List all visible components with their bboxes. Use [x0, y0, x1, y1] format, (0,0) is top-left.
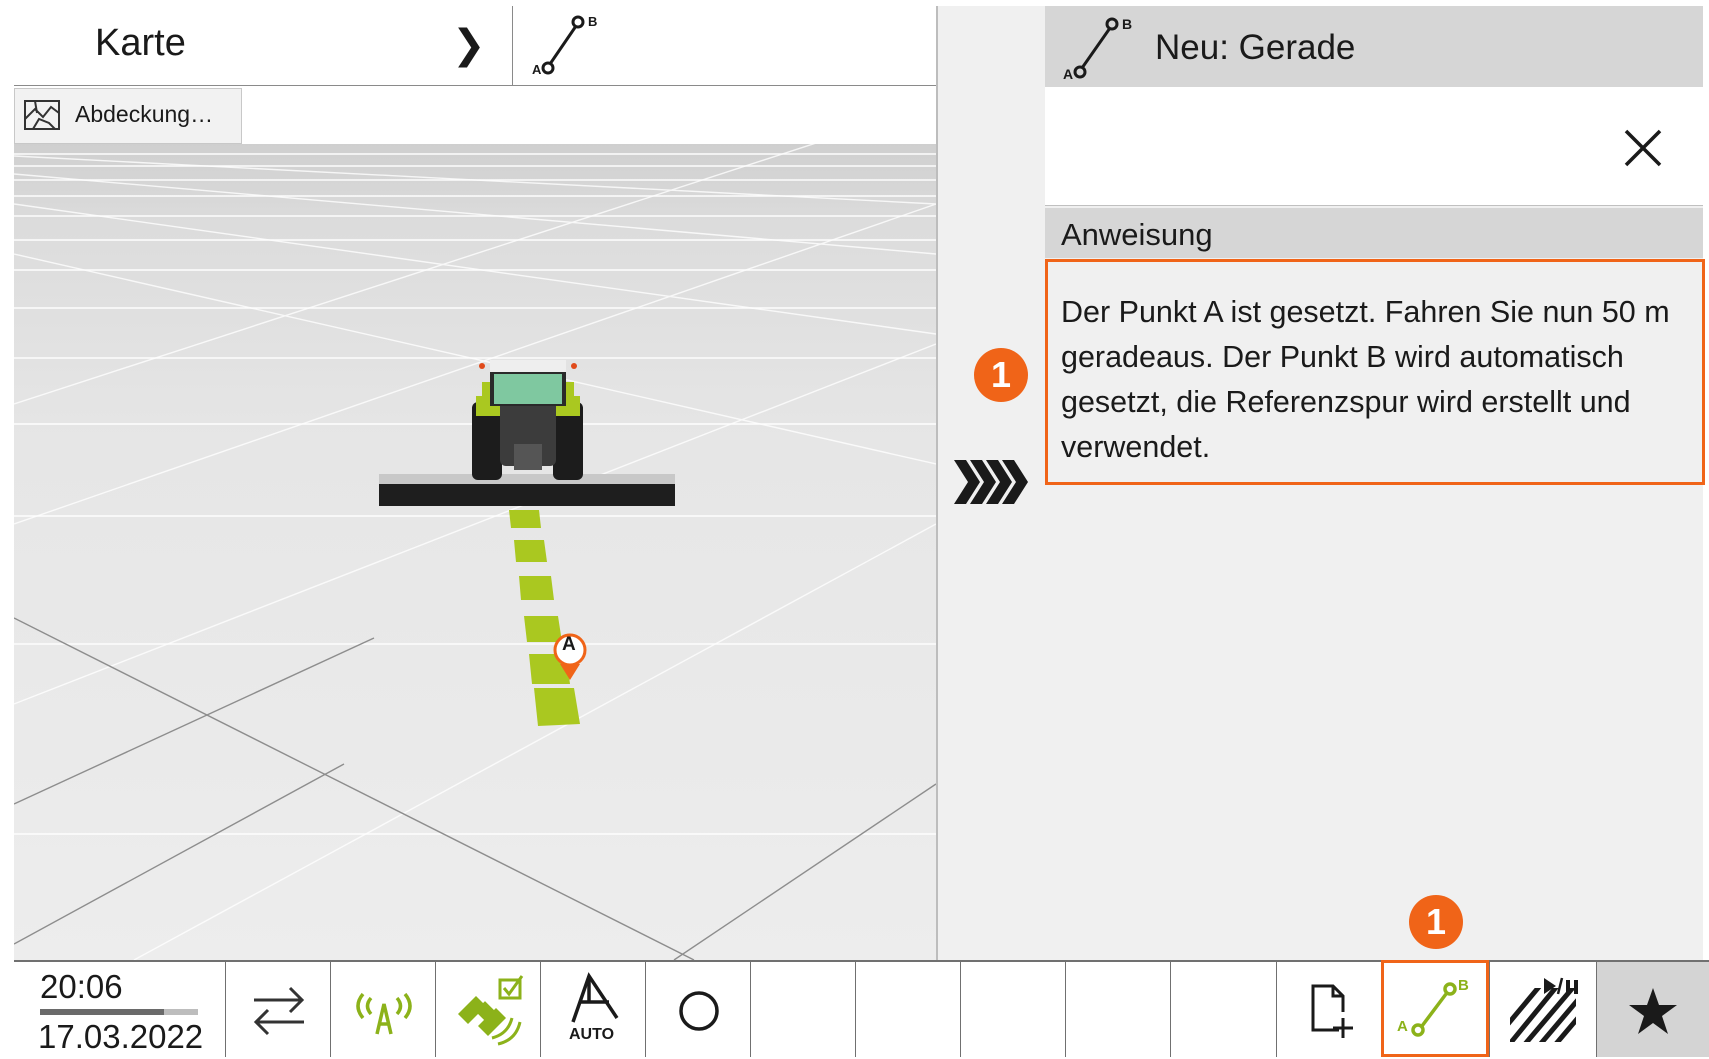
empty-slot[interactable]: [960, 962, 1066, 1057]
coverage-button-label: Abdeckung…: [75, 101, 214, 127]
panel-header: [1045, 6, 1703, 87]
clock-progress-fill: [40, 1009, 164, 1015]
clock-time: 20:06: [40, 968, 123, 1005]
section-control-icon: [1510, 977, 1578, 1042]
switch-view-button[interactable]: [225, 962, 331, 1057]
ab-line-icon[interactable]: A B: [530, 12, 602, 78]
new-document-icon: [1311, 984, 1353, 1038]
auto-steering-icon: [571, 972, 619, 1023]
gps-signal-button[interactable]: [330, 962, 436, 1057]
callout-badge: 1: [1409, 895, 1463, 949]
instruction-text: Der Punkt A ist gesetzt. Fahren Sie nun …: [1061, 295, 1670, 464]
empty-slot[interactable]: [855, 962, 961, 1057]
map-title: Karte: [95, 22, 186, 64]
auto-steering-button[interactable]: AUTO: [540, 962, 646, 1057]
header-divider: [512, 6, 513, 85]
auto-label: AUTO: [569, 1026, 615, 1043]
panel-close-area: [1045, 87, 1703, 206]
callout-badge: 1: [974, 348, 1028, 402]
svg-text:A: A: [532, 62, 542, 77]
star-icon: [1629, 988, 1677, 1034]
svg-text:A: A: [1063, 66, 1073, 82]
empty-slot[interactable]: [1065, 962, 1171, 1057]
satellite-status-button[interactable]: [435, 962, 541, 1057]
svg-text:B: B: [588, 14, 597, 29]
instruction-heading: Anweisung: [1061, 217, 1213, 252]
satellite-check-icon: [458, 975, 524, 1046]
circle-button[interactable]: [645, 962, 751, 1057]
ab-line-icon: A B: [1063, 16, 1132, 82]
section-control-button[interactable]: [1489, 962, 1597, 1057]
coverage-button[interactable]: Abdeckung…: [14, 88, 242, 144]
map-view[interactable]: A: [14, 144, 936, 960]
circle-icon: [679, 991, 719, 1031]
gps-signal-icon: [356, 992, 412, 1035]
new-document-button[interactable]: [1276, 962, 1382, 1057]
advance-chevrons-icon[interactable]: [954, 458, 1030, 506]
clock-date: 17.03.2022: [38, 1018, 204, 1055]
point-a-marker-label: A: [562, 634, 576, 655]
field-grid: [14, 144, 936, 960]
coverage-map-icon: [24, 100, 60, 130]
empty-slot[interactable]: [1170, 962, 1277, 1057]
chevron-right-icon[interactable]: ❯: [452, 22, 486, 68]
favorites-button[interactable]: [1596, 962, 1709, 1057]
ab-tool-highlight-box: [1381, 960, 1489, 1057]
close-icon[interactable]: [1622, 127, 1664, 169]
switch-arrows-icon: [253, 986, 305, 1036]
svg-text:B: B: [1122, 16, 1132, 32]
empty-slot[interactable]: [750, 962, 856, 1057]
panel-title: Neu: Gerade: [1155, 28, 1356, 67]
